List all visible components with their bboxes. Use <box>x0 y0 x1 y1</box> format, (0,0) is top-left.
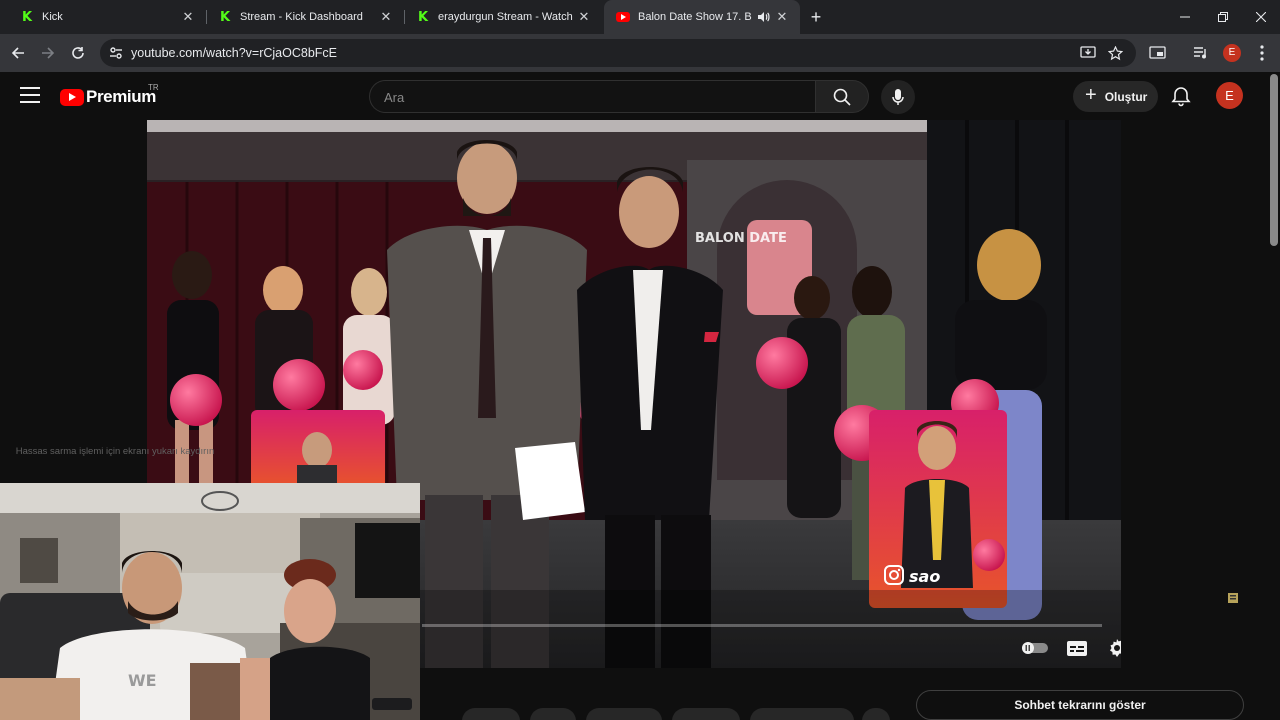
tab-title: Stream - Kick Dashboard <box>240 11 363 23</box>
search-placeholder: Ara <box>384 90 405 105</box>
webcam-overlay: WE <box>0 483 420 720</box>
youtube-premium-logo[interactable]: Premium TR <box>60 83 159 108</box>
close-window-button[interactable] <box>1242 0 1280 34</box>
logo-wordmark: Premium <box>86 87 156 106</box>
close-tab-icon[interactable]: ✕ <box>576 9 592 25</box>
search-button[interactable] <box>815 80 869 113</box>
close-tab-icon[interactable]: ✕ <box>378 9 394 25</box>
browser-toolbar: youtube.com/watch?v=rCjaOC8bFcE E <box>0 34 1280 72</box>
webcam-feed: WE <box>0 483 420 720</box>
kick-icon: K <box>219 9 231 25</box>
tab-kick-dashboard[interactable]: K Stream - Kick Dashboard ✕ <box>206 0 404 34</box>
forward-button[interactable] <box>35 40 61 66</box>
search-icon <box>833 88 851 106</box>
autoplay-toggle[interactable] <box>1022 637 1048 659</box>
plus-icon: + <box>1085 84 1097 106</box>
cast-icon[interactable] <box>1147 43 1167 63</box>
arrow-right-icon <box>42 47 55 59</box>
tab-eraydurgun-stream[interactable]: K eraydurgun Stream - Watch Live ✕ <box>404 0 602 34</box>
notifications-bell-icon[interactable] <box>1170 85 1192 107</box>
url-text[interactable]: youtube.com/watch?v=rCjaOC8bFcE <box>131 46 337 60</box>
browser-tab-bar: K Kick ✕ K Stream - Kick Dashboard ✕ K e… <box>0 0 1280 34</box>
scrollbar-thumb[interactable] <box>1270 74 1278 246</box>
scroll-hint-label: Hassas sarma işlemi için ekranı yukarı k… <box>15 446 215 457</box>
bookmark-star-icon[interactable] <box>1107 45 1123 61</box>
video-progress-bar[interactable] <box>422 624 1102 627</box>
tab-kick[interactable]: K Kick ✕ <box>8 0 206 34</box>
more-actions-pill[interactable] <box>862 708 890 720</box>
page-scrollbar[interactable] <box>1268 72 1280 720</box>
minimize-button[interactable] <box>1166 0 1204 34</box>
scroll-hint-text: Hassas sarma işlemi için ekranı yukarı k… <box>0 445 230 458</box>
close-tab-icon[interactable]: ✕ <box>180 9 196 25</box>
menu-icon[interactable] <box>20 87 40 103</box>
account-avatar[interactable]: E <box>1216 82 1243 109</box>
microphone-icon <box>892 88 904 105</box>
tab-title: Balon Date Show 17. Bölüm <box>638 11 752 23</box>
create-button[interactable]: + Oluştur <box>1073 81 1158 112</box>
new-tab-button[interactable]: + <box>806 7 826 27</box>
info-card-icon[interactable] <box>1228 593 1238 603</box>
restore-button[interactable] <box>1204 0 1242 34</box>
install-app-icon[interactable] <box>1080 45 1096 61</box>
youtube-icon <box>616 10 630 24</box>
watch-page: BALON DATE sao Hassas sarma işlemi için … <box>0 120 1280 720</box>
kick-icon: K <box>417 9 429 25</box>
tab-balon-date-show[interactable]: Balon Date Show 17. Bölüm ✕ <box>604 0 800 34</box>
voice-search-button[interactable] <box>881 80 915 114</box>
address-bar[interactable]: youtube.com/watch?v=rCjaOC8bFcE <box>100 39 1136 67</box>
youtube-header: Premium TR Ara + Oluştur E <box>0 72 1280 120</box>
site-info-icon[interactable] <box>108 45 124 61</box>
reload-icon <box>72 47 84 59</box>
media-control-icon[interactable] <box>1191 43 1211 63</box>
create-label: Oluştur <box>1104 89 1148 104</box>
profile-avatar[interactable]: E <box>1222 43 1242 63</box>
share-pill[interactable] <box>530 708 576 720</box>
youtube-logo-icon <box>60 88 84 106</box>
search-input[interactable]: Ara <box>369 80 815 113</box>
close-tab-icon[interactable]: ✕ <box>774 9 790 25</box>
speaker-icon[interactable] <box>756 10 770 24</box>
like-dislike-pill[interactable] <box>462 708 520 720</box>
thanks-pill[interactable] <box>750 708 854 720</box>
svg-text:BALON DATE: BALON DATE <box>695 231 787 246</box>
svg-text:WE: WE <box>128 671 157 690</box>
screen: K Kick ✕ K Stream - Kick Dashboard ✕ K e… <box>0 0 1280 720</box>
remix-pill[interactable] <box>586 708 662 720</box>
more-menu-icon[interactable] <box>1252 43 1272 63</box>
download-pill[interactable] <box>672 708 740 720</box>
show-chat-replay-button[interactable]: Sohbet tekrarını göster <box>916 690 1244 720</box>
back-button[interactable] <box>5 40 31 66</box>
settings-gear-icon[interactable] <box>1105 637 1121 659</box>
arrow-left-icon <box>11 47 24 59</box>
overlay-handle-text: sao <box>909 567 940 586</box>
country-code: TR <box>148 83 159 92</box>
kick-icon: K <box>21 9 33 25</box>
tab-title: eraydurgun Stream - Watch Live <box>438 11 576 23</box>
subtitles-icon[interactable] <box>1065 637 1089 659</box>
reload-button[interactable] <box>65 40 91 66</box>
chat-replay-label: Sohbet tekrarını göster <box>1014 698 1146 712</box>
tab-title: Kick <box>42 11 63 23</box>
